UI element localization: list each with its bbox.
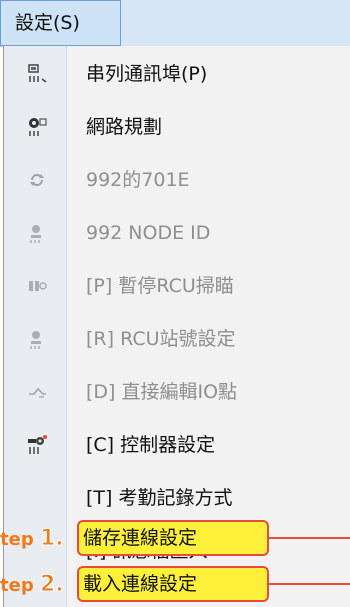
menu-item-992-701e[interactable]: 992的701E [4, 162, 350, 198]
menu-item-label: [T] 考勤記錄方式 [86, 487, 233, 509]
station-number-icon [26, 327, 48, 351]
settings-menu-title[interactable]: 設定(S) [0, 0, 121, 46]
step-number: 1. [39, 526, 64, 552]
menu-item-label: 992 NODE ID [86, 222, 211, 244]
step-prefix: tep [0, 529, 34, 550]
menu-item-992-node-id[interactable]: 992 NODE ID [4, 215, 350, 251]
callout-label: 儲存連線設定 [83, 527, 198, 549]
menu-bar: 設定(S) [0, 0, 350, 47]
menu-item-label: [D] 直接編輯IO點 [86, 381, 238, 403]
menu-item-rcu-station-number[interactable]: [R] RCU站號設定 [4, 321, 350, 357]
menu-item-pause-rcu-scan[interactable]: [P] 暫停RCU掃瞄 [4, 268, 350, 304]
menu-item-label: [P] 暫停RCU掃瞄 [86, 275, 234, 297]
pause-scan-icon [26, 274, 48, 298]
menu-item-serial-port[interactable]: 串列通訊埠(P) [4, 56, 350, 92]
controller-settings-icon [26, 433, 48, 457]
menu-item-network-planning[interactable]: 網路規劃 [4, 109, 350, 145]
menu-item-attendance-record-mode[interactable]: [T] 考勤記錄方式 [4, 480, 350, 516]
menu-item-save-connection-settings[interactable]: 儲存連線設定 [77, 520, 269, 556]
menu-item-load-connection-settings[interactable]: 載入連線設定 [77, 566, 269, 602]
network-icon [26, 115, 48, 139]
step-1-connector-line [269, 537, 350, 539]
menu-item-edit-io-points[interactable]: [D] 直接編輯IO點 [4, 374, 350, 410]
menu-item-label: [C] 控制器設定 [86, 434, 216, 456]
edit-io-icon [26, 380, 48, 404]
menu-item-label: 網路規劃 [86, 116, 163, 138]
step-2-connector-line [269, 583, 350, 585]
step-2-annotation: tep 2. [0, 571, 64, 599]
menu-item-controller-settings[interactable]: [C] 控制器設定 [4, 427, 350, 463]
refresh-icon [26, 168, 48, 192]
menu-item-label: [R] RCU站號設定 [86, 328, 236, 350]
step-prefix: tep [0, 575, 34, 596]
serial-port-icon [26, 62, 48, 86]
callout-label: 載入連線設定 [83, 573, 198, 595]
menu-item-label: 串列通訊埠(P) [86, 63, 208, 85]
step-number: 2. [39, 572, 64, 598]
step-1-annotation: tep 1. [0, 525, 64, 553]
node-id-icon [26, 221, 48, 245]
menu-item-label: 992的701E [86, 169, 190, 191]
